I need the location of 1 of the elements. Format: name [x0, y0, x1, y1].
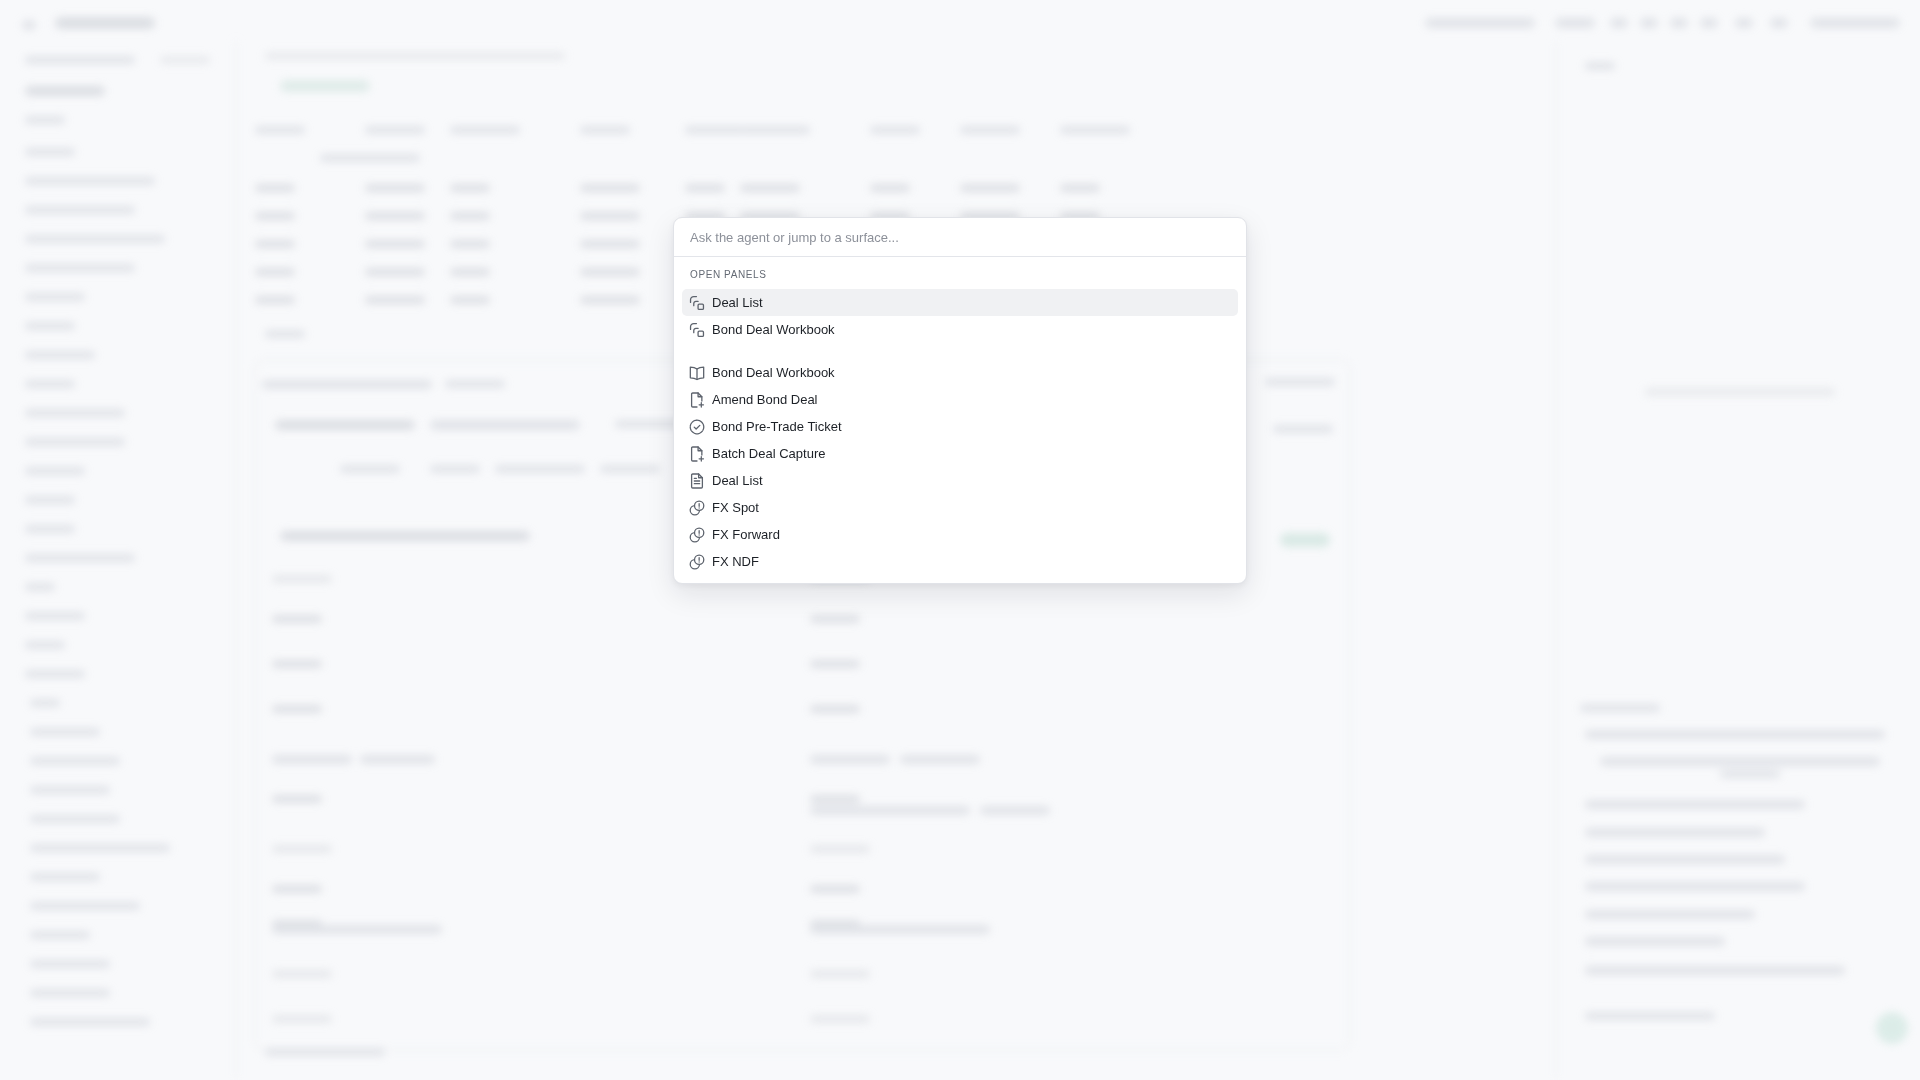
- section-heading: OPEN PANELS: [689, 268, 768, 282]
